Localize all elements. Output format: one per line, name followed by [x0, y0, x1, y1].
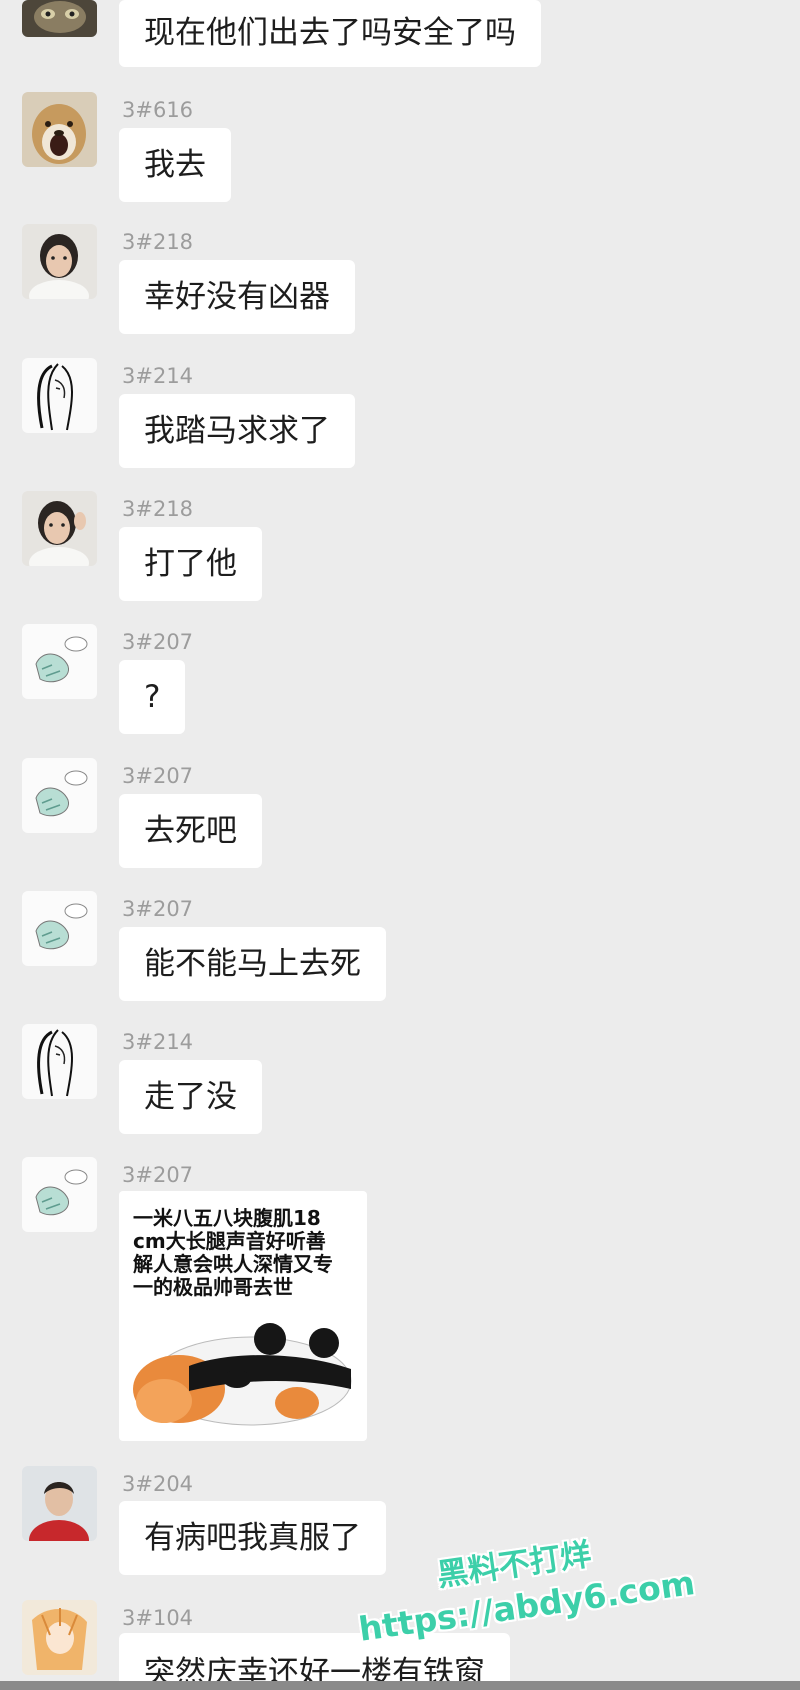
sticker-caption-line: 一的极品帅哥去世	[133, 1275, 293, 1299]
sender-name[interactable]: 3#214	[122, 1031, 193, 1053]
avatar[interactable]	[22, 0, 97, 37]
avatar[interactable]	[22, 1024, 97, 1099]
bottom-bar	[0, 1681, 800, 1690]
message-bubble[interactable]: 有病吧我真服了	[119, 1501, 386, 1575]
sticker-caption-line: 解人意会哄人深情又专	[133, 1252, 333, 1276]
avatar[interactable]	[22, 224, 97, 299]
avatar[interactable]	[22, 92, 97, 167]
avatar[interactable]	[22, 1157, 97, 1232]
message-row: 3#218 幸好没有凶器	[0, 224, 800, 344]
sender-name[interactable]: 3#207	[122, 898, 193, 920]
sender-name[interactable]: 3#218	[122, 231, 193, 253]
message-bubble[interactable]: 走了没	[119, 1060, 262, 1134]
message-bubble[interactable]: 去死吧	[119, 794, 262, 868]
avatar[interactable]	[22, 358, 97, 433]
sender-name[interactable]: 3#207	[122, 1164, 193, 1186]
message-bubble[interactable]: 我踏马求求了	[119, 394, 355, 468]
message-row: 3#616 我去	[0, 92, 800, 212]
message-row: 3#207 去死吧	[0, 758, 800, 878]
message-bubble[interactable]: ?	[119, 660, 186, 734]
sticker-caption: 一米八五八块腹肌18 cm大长腿声音好听善 解人意会哄人深情又专 一的极品帅哥去…	[133, 1207, 359, 1299]
avatar[interactable]	[22, 624, 97, 699]
avatar[interactable]	[22, 1466, 97, 1541]
sender-name[interactable]: 3#207	[122, 631, 193, 653]
message-bubble[interactable]: 幸好没有凶器	[119, 260, 355, 334]
message-row: 3#207 一米八五八块腹肌18 cm大长腿声音好听善 解人意会哄人深情又专 一…	[0, 1157, 800, 1447]
avatar[interactable]	[22, 891, 97, 966]
sender-name[interactable]: 3#104	[122, 1607, 193, 1629]
sender-name[interactable]: 3#214	[122, 365, 193, 387]
avatar[interactable]	[22, 1600, 97, 1675]
sticker-caption-line: cm大长腿声音好听善	[133, 1229, 326, 1253]
sticker-caption-line: 一米八五八块腹肌18	[133, 1206, 321, 1230]
message-row: 3#214 走了没	[0, 1024, 800, 1144]
message-row: 3#207 ?	[0, 624, 800, 744]
message-bubble[interactable]: 现在他们出去了吗安全了吗	[119, 0, 541, 67]
message-row: 3#218 打了他	[0, 491, 800, 611]
sender-name[interactable]: 3#204	[122, 1473, 193, 1495]
message-row: 3#207 能不能马上去死	[0, 891, 800, 1011]
message-bubble[interactable]: 我去	[119, 128, 231, 202]
avatar[interactable]	[22, 758, 97, 833]
sticker-image[interactable]: 一米八五八块腹肌18 cm大长腿声音好听善 解人意会哄人深情又专 一的极品帅哥去…	[119, 1191, 367, 1441]
avatar[interactable]	[22, 491, 97, 566]
sender-name[interactable]: 3#616	[122, 99, 193, 121]
sender-name[interactable]: 3#218	[122, 498, 193, 520]
message-bubble[interactable]: 能不能马上去死	[119, 927, 386, 1001]
message-bubble[interactable]: 打了他	[119, 527, 262, 601]
sender-name[interactable]: 3#207	[122, 765, 193, 787]
message-row: 3#214 我踏马求求了	[0, 358, 800, 478]
